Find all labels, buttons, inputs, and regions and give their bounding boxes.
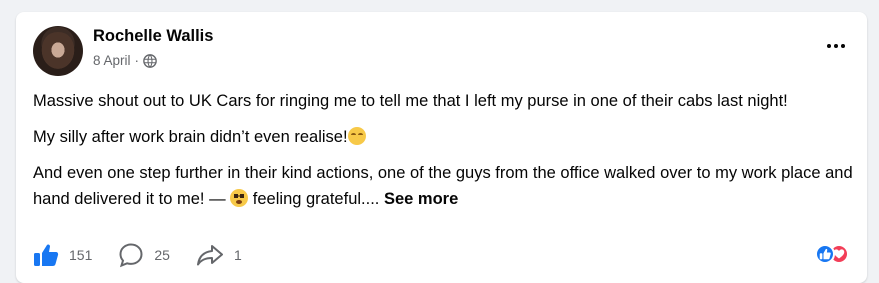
comment-button[interactable]: 25 bbox=[118, 242, 170, 268]
comment-count: 25 bbox=[154, 247, 170, 263]
share-arrow-icon bbox=[196, 243, 224, 267]
avatar[interactable] bbox=[33, 26, 83, 76]
post-body: Massive shout out to UK Cars for ringing… bbox=[33, 88, 853, 222]
share-count: 1 bbox=[233, 247, 242, 263]
reactions-summary[interactable] bbox=[815, 244, 851, 266]
post-date[interactable]: 8 April bbox=[93, 53, 131, 68]
post-card: Rochelle Wallis 8 April · Massive shout … bbox=[16, 12, 867, 283]
thumbs-up-icon bbox=[33, 243, 59, 267]
comment-bubble-icon bbox=[118, 242, 144, 268]
relieved-emoji-icon bbox=[347, 127, 366, 145]
post-actions: 151 25 1 bbox=[33, 241, 268, 269]
like-button[interactable]: 151 bbox=[33, 243, 92, 267]
author-name[interactable]: Rochelle Wallis bbox=[93, 27, 213, 46]
paragraph-2-text: My silly after work brain didn’t even re… bbox=[33, 128, 348, 146]
grateful-emoji-icon bbox=[230, 189, 249, 207]
post-paragraph-2: My silly after work brain didn’t even re… bbox=[33, 124, 853, 150]
post-meta: 8 April · bbox=[93, 53, 157, 68]
feeling-text: feeling grateful.... bbox=[252, 190, 380, 208]
post-paragraph-3: And even one step further in their kind … bbox=[33, 160, 853, 212]
share-button[interactable]: 1 bbox=[196, 243, 242, 267]
globe-icon[interactable] bbox=[143, 53, 157, 68]
meta-separator: · bbox=[134, 53, 140, 68]
like-reaction-icon bbox=[815, 244, 835, 264]
see-more-link[interactable]: See more bbox=[384, 190, 458, 208]
post-paragraph-1: Massive shout out to UK Cars for ringing… bbox=[33, 92, 788, 110]
like-count: 151 bbox=[69, 247, 93, 263]
more-options-icon[interactable] bbox=[821, 34, 851, 58]
